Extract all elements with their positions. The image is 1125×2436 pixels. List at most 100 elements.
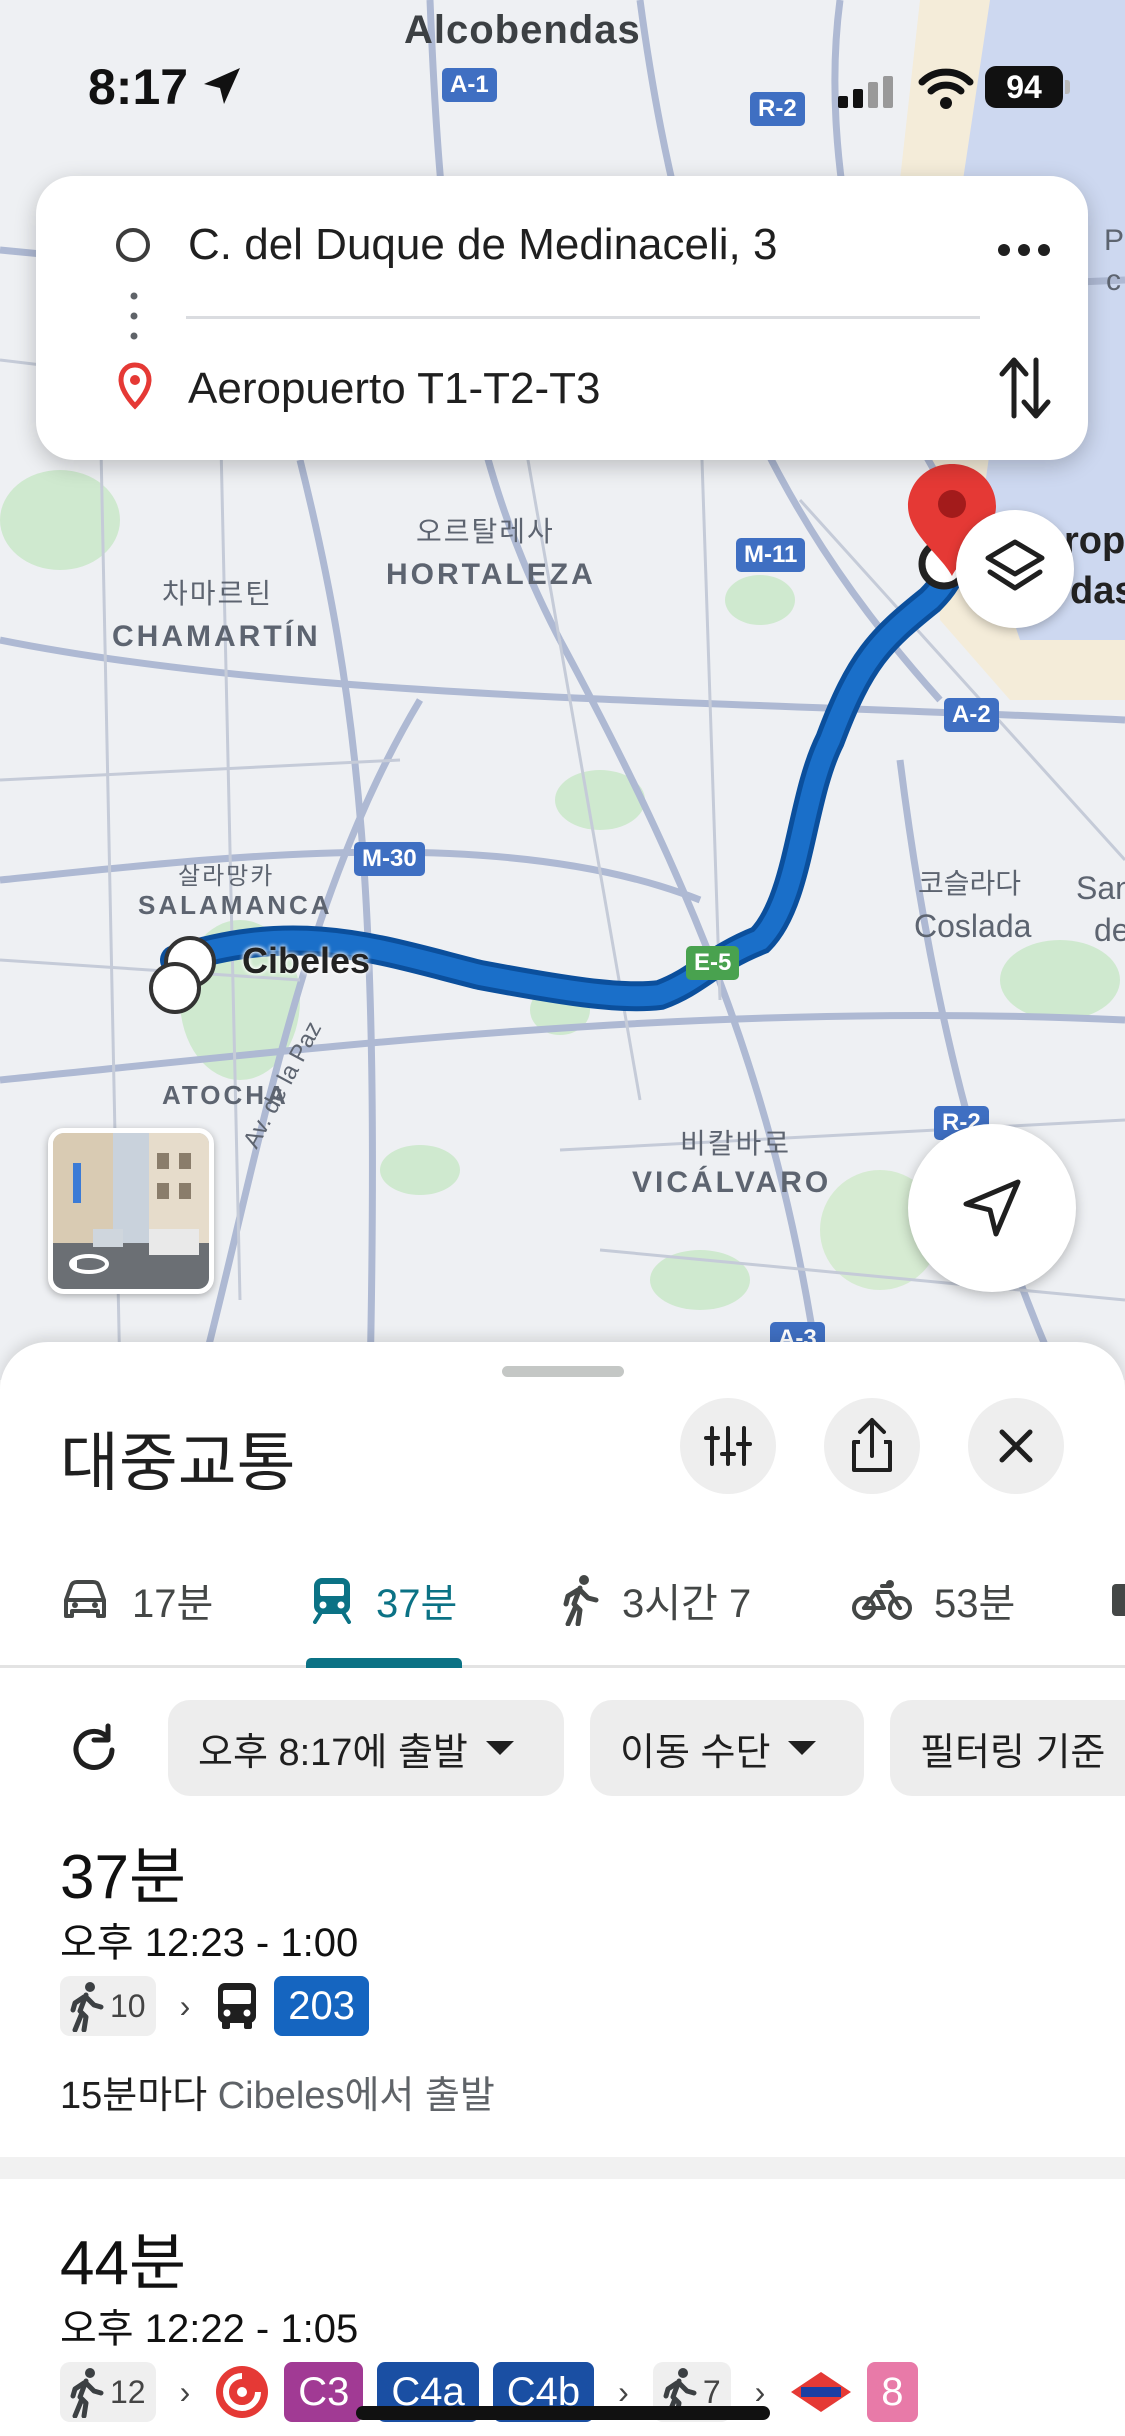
- map-label-edge-c: c: [1106, 264, 1121, 297]
- walk-step: 12: [60, 2362, 156, 2422]
- map-label-coslada: Coslada: [914, 908, 1032, 944]
- tab-transit-label: 37분: [376, 1582, 458, 1626]
- chevron-right-icon: ›: [754, 2373, 766, 2410]
- map-label-chamartin-ko: 차마르틴: [162, 578, 274, 609]
- bus-icon: [218, 1983, 257, 2029]
- route-divider: [0, 2157, 1125, 2179]
- swap-direction-icon[interactable]: [986, 348, 1062, 428]
- map-label-salamanca-ko: 살라망카: [178, 863, 275, 890]
- street-view-thumbnail[interactable]: [48, 1128, 214, 1294]
- tab-more-partial[interactable]: [1112, 1532, 1125, 1668]
- cercanias-line-badge: C3: [284, 2362, 364, 2422]
- destination-input[interactable]: Aeropuerto T1-T2-T3: [188, 364, 600, 414]
- refresh-icon[interactable]: [64, 1720, 124, 1780]
- road-shield-e5: E-5: [686, 946, 740, 980]
- metro-line-badge: 8: [867, 2362, 918, 2422]
- more-options-icon[interactable]: [986, 222, 1062, 278]
- map-layers-button[interactable]: [956, 510, 1074, 628]
- walk-minutes: 7: [702, 2373, 721, 2410]
- filter-chip[interactable]: 필터링 기준: [890, 1700, 1125, 1796]
- road-shield-m11: M-11: [736, 538, 806, 572]
- tab-walk[interactable]: 3시간 7: [560, 1532, 751, 1668]
- layers-icon: [985, 539, 1045, 591]
- depart-time-label: 오후 8:17에 출발: [198, 1731, 468, 1774]
- map-label-chamartin: CHAMARTÍN: [112, 620, 321, 653]
- share-button[interactable]: [824, 1398, 920, 1494]
- map-label-coslada-ko: 코슬라다: [918, 868, 1022, 899]
- sheet-grabber[interactable]: [502, 1366, 624, 1377]
- tab-bike[interactable]: 53분: [852, 1532, 1015, 1668]
- filter-label: 필터링 기준: [920, 1731, 1106, 1774]
- transport-mode-chip[interactable]: 이동 수단: [590, 1700, 864, 1796]
- chevron-right-icon: ›: [179, 1987, 191, 2024]
- sliders-icon: [704, 1426, 752, 1466]
- transit-bottom-sheet: 대중교통 17분 37분 3시간 7 53분 오후 8:17에 출발 이동 수단…: [0, 1342, 1125, 2436]
- caret-down-icon: [485, 1741, 514, 1755]
- navigation-arrow-icon: [963, 1179, 1021, 1237]
- map-label-edge-san: San: [1076, 870, 1125, 906]
- sheet-title: 대중교통: [60, 1427, 296, 1499]
- route-duration: 44분: [60, 2229, 187, 2298]
- origin-input[interactable]: C. del Duque de Medinaceli, 3: [188, 220, 777, 270]
- street-view-rotate-icon: [69, 1254, 109, 1274]
- chevron-right-icon: ›: [179, 2373, 191, 2410]
- depart-time-chip[interactable]: 오후 8:17에 출발: [168, 1700, 564, 1796]
- route-steps: 10 › 203: [60, 1976, 369, 2036]
- route-time-range: 오후 12:23 - 1:00: [60, 1921, 359, 1965]
- map-label-salamanca: SALAMANCA: [138, 890, 333, 920]
- tab-transit[interactable]: 37분: [310, 1532, 457, 1668]
- walking-person-icon: [70, 2368, 104, 2418]
- caret-down-icon: [788, 1741, 817, 1755]
- road-shield-a1: A-1: [442, 68, 497, 102]
- map-label-aeropuerto-2: das: [1070, 570, 1125, 612]
- route-duration: 37분: [60, 1843, 187, 1912]
- home-indicator[interactable]: [356, 2406, 770, 2420]
- battery-cap: [1065, 80, 1070, 94]
- map-label-edge-de: de: [1094, 912, 1125, 948]
- train-icon: [313, 1578, 351, 1624]
- chevron-right-icon: ›: [618, 2373, 629, 2410]
- map-label-vicalvaro-ko: 비칼바로: [680, 1128, 792, 1159]
- my-location-button[interactable]: [908, 1124, 1076, 1292]
- tab-drive[interactable]: 17분: [60, 1532, 213, 1668]
- location-arrow-icon: [204, 68, 240, 104]
- metro-logo-icon: [791, 2372, 852, 2412]
- walk-minutes: 12: [110, 2373, 146, 2410]
- destination-pin-icon: [118, 362, 152, 410]
- tab-bike-label: 53분: [934, 1582, 1016, 1626]
- map-label-alcobendas: Alcobendas: [404, 8, 641, 52]
- walking-person-icon: [563, 1575, 599, 1626]
- walk-minutes: 10: [110, 1987, 146, 2024]
- active-tab-indicator: [306, 1658, 462, 1668]
- card-divider: [186, 316, 980, 319]
- route-time-range: 오후 12:22 - 1:05: [60, 2307, 359, 2351]
- bicycle-icon: [852, 1580, 912, 1620]
- route-option-1[interactable]: 37분 오후 12:23 - 1:00 10 › 203 15분마다 Cibel…: [0, 1826, 1125, 2117]
- origin-circle-icon: [116, 228, 150, 262]
- walking-person-icon: [70, 1982, 104, 2032]
- close-icon: [999, 1429, 1033, 1463]
- tab-drive-label: 17분: [132, 1582, 214, 1626]
- route-frequency: 15분마다 Cibeles에서 출발: [60, 2064, 495, 2119]
- car-icon: [64, 1580, 106, 1618]
- battery-indicator: 94: [985, 66, 1063, 108]
- share-icon: [852, 1418, 892, 1472]
- walk-step: 10: [60, 1976, 156, 2036]
- cercanias-logo-icon: [216, 2366, 269, 2418]
- map-label-hortaleza: HORTALEZA: [386, 558, 596, 591]
- route-options-button[interactable]: [680, 1398, 776, 1494]
- wifi-icon: [918, 68, 974, 109]
- road-shield-a2: A-2: [944, 698, 999, 732]
- map-label-hortaleza-ko: 오르탈레사: [416, 516, 555, 547]
- map-label-vicalvaro: VICÁLVARO: [632, 1166, 832, 1199]
- route-option-2[interactable]: 44분 오후 12:22 - 1:05 12 › C3 C4a C4b › 7 …: [0, 2212, 1125, 2436]
- tab-walk-label: 3시간 7: [622, 1582, 752, 1626]
- travel-mode-tabs: 17분 37분 3시간 7 53분: [0, 1532, 1125, 1668]
- directions-card: C. del Duque de Medinaceli, 3 Aeropuerto…: [36, 176, 1088, 460]
- frequency-text: 15분마다: [60, 2075, 208, 2117]
- map-view[interactable]: Alcobendas 오르탈레사 HORTALEZA 차마르틴 CHAMARTÍ…: [0, 0, 1125, 1380]
- close-button[interactable]: [968, 1398, 1064, 1494]
- road-shield-m30: M-30: [354, 842, 425, 876]
- map-label-edge-p: P: [1104, 224, 1125, 257]
- bus-line-badge: 203: [274, 1976, 369, 2036]
